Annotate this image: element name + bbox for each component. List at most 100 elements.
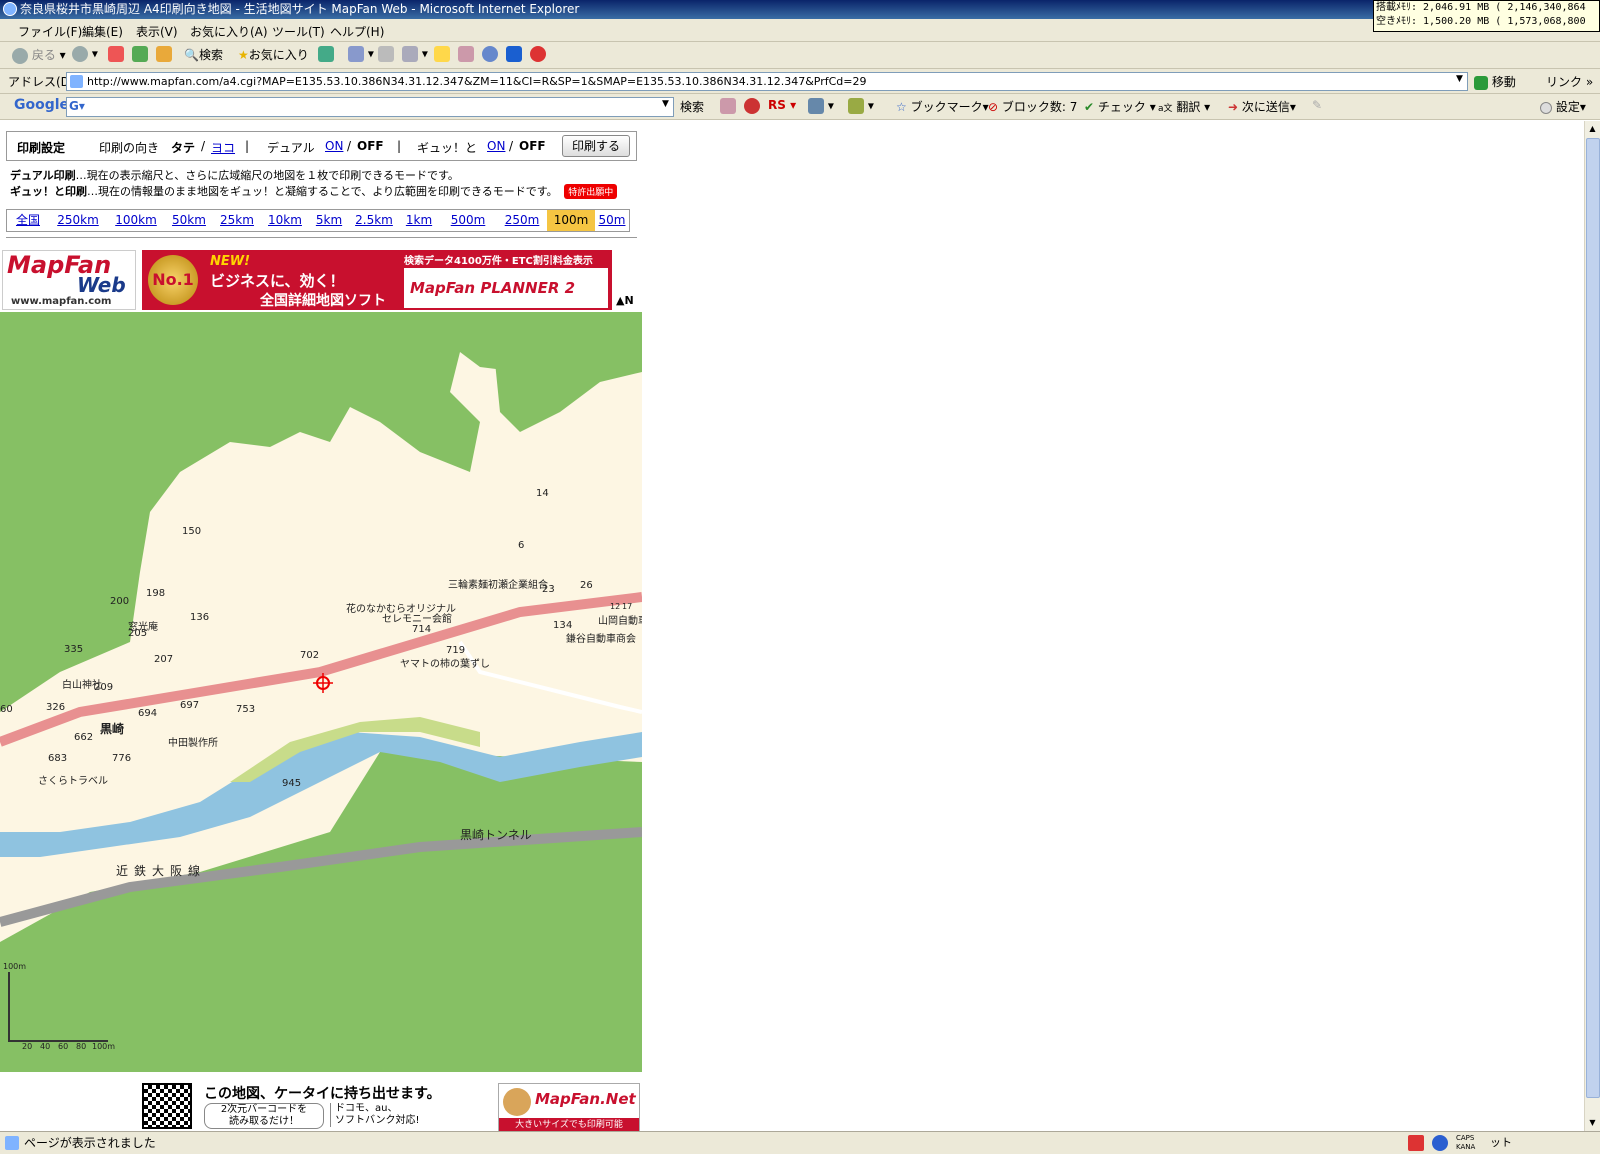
messenger-button[interactable] (458, 46, 474, 62)
map-label: 776 (112, 753, 132, 764)
scroll-down-button[interactable]: ▼ (1585, 1115, 1600, 1131)
new-label: NEW! (210, 254, 251, 269)
google-settings-button[interactable]: 設定▾ (1540, 98, 1586, 115)
qr-text-1: 2次元バーコードを (220, 1104, 308, 1115)
map-label: 945 (282, 778, 302, 789)
news-icon (720, 98, 736, 114)
research-button[interactable] (482, 46, 498, 62)
map-label: ヤマトの柿の葉ずし (400, 659, 490, 670)
menu-help[interactable]: ヘルプ(H) (330, 23, 384, 40)
dual-desc-text: …現在の表示縮尺と、さらに広域縮尺の地図を１枚で印刷できるモードです。 (75, 169, 459, 182)
highlight-button[interactable]: ✎ (1312, 98, 1322, 112)
spellcheck-button[interactable]: ✔ チェック ▾ (1084, 98, 1156, 115)
edit-icon (402, 46, 418, 62)
stop-button[interactable] (108, 46, 124, 62)
qr-code[interactable] (142, 1083, 192, 1129)
orientation-portrait[interactable]: タテ (171, 139, 195, 156)
scroll-up-button[interactable]: ▲ (1585, 121, 1600, 137)
refresh-button[interactable] (132, 46, 148, 62)
dual-on-link[interactable]: ON (325, 139, 343, 153)
scale-bar-graphic (8, 972, 10, 1042)
google-extras-button[interactable]: ▾ (848, 98, 874, 114)
gyu-on-link[interactable]: ON (487, 139, 505, 153)
popup-blocker-button[interactable]: ⊘ ブロック数: 7 (988, 98, 1077, 115)
scale-link[interactable]: 10km (268, 213, 302, 227)
divider: | (245, 139, 250, 153)
address-url: http://www.mapfan.com/a4.cgi?MAP=E135.53… (87, 75, 867, 88)
menu-bar: ファイル(F) 編集(E) 表示(V) お気に入り(A) ツール(T) ヘルプ(… (0, 19, 1600, 42)
scale-link[interactable]: 250km (57, 213, 99, 227)
map-label: 三輪素麺初瀬企業組合 (448, 580, 548, 591)
district-label: 黒崎 (100, 722, 125, 736)
menu-file[interactable]: ファイル(F) (18, 23, 82, 40)
messenger-icon (458, 46, 474, 62)
scale-link[interactable]: 全国 (16, 213, 40, 227)
edit-button[interactable]: ▾ (402, 46, 428, 62)
vertical-scrollbar[interactable]: ▲ ▼ (1584, 121, 1600, 1131)
scale-link[interactable]: 25km (220, 213, 254, 227)
menu-favorites[interactable]: お気に入り(A) (190, 23, 268, 40)
orientation-landscape-link[interactable]: ヨコ (211, 141, 235, 155)
print-toolbar-button[interactable] (378, 46, 394, 62)
scale-link[interactable]: 100km (115, 213, 157, 227)
google-pagerank-button[interactable] (744, 98, 760, 114)
scale-link[interactable]: 2.5km (355, 213, 393, 227)
print-button[interactable]: 印刷する (562, 135, 630, 157)
scale-link[interactable]: 50m (599, 213, 626, 227)
printer-icon (378, 46, 394, 62)
bookmarks-button[interactable]: ☆ ブックマーク▾ (896, 98, 989, 115)
rs-button[interactable]: RS ▾ (768, 98, 796, 112)
google-search-button[interactable]: 検索 (680, 98, 704, 115)
back-button[interactable]: 戻る ▾ (12, 46, 66, 64)
map-label: セレモニー会館 (382, 614, 452, 625)
google-news-button[interactable] (720, 98, 736, 114)
send-to-button[interactable]: ➜ 次に送信▾ (1228, 98, 1296, 115)
qr-text-2: 読み取るだけ！ (229, 1116, 299, 1127)
google-search-input[interactable]: G▾ (66, 97, 674, 117)
go-button[interactable]: 移動 (1474, 73, 1516, 90)
page-icon (70, 75, 83, 88)
scale-tick: 60 (58, 1042, 69, 1051)
planner-ad[interactable]: No.1 NEW! ビジネスに、効く！ 全国詳細地図ソフト 検索データ4100万… (142, 250, 612, 310)
google-options-button[interactable]: ▾ (808, 98, 834, 114)
options-icon (808, 98, 824, 114)
status-bar: ページが表示されました CAPS KANA ット (0, 1131, 1600, 1154)
mapfan-web-logo[interactable]: MapFan Web www.mapfan.com (2, 250, 136, 310)
menu-edit[interactable]: 編集(E) (82, 23, 123, 40)
scale-link[interactable]: 500m (451, 213, 486, 227)
google-dropdown-button[interactable]: ▼ (662, 99, 669, 109)
translate-button[interactable]: a文 翻訳 ▾ (1158, 98, 1210, 115)
star-icon: ★ (238, 48, 249, 62)
google-logo[interactable]: Google (14, 97, 69, 113)
map-label: 23 (542, 584, 555, 595)
bluetooth-button[interactable] (506, 46, 522, 62)
tunnel-label: 黒崎トンネル (460, 828, 532, 842)
local-road (458, 640, 642, 714)
search-button[interactable]: 🔍検索 (184, 46, 223, 63)
scale-link[interactable]: 1km (406, 213, 432, 227)
menu-tools[interactable]: ツール(T) (272, 23, 325, 40)
scroll-thumb[interactable] (1586, 138, 1600, 1098)
mapfan-net-ad[interactable]: MapFan.Net 大きいサイズでも印刷可能 (498, 1083, 640, 1131)
window-title: 奈良県桜井市黒崎周辺 A4印刷向き地図 - 生活地図サイト MapFan Web… (20, 2, 580, 16)
note-button[interactable] (434, 46, 450, 62)
scale-link[interactable]: 50km (172, 213, 206, 227)
links-button[interactable]: リンク » (1546, 73, 1593, 90)
addon-button[interactable] (530, 46, 546, 62)
scale-link[interactable]: 5km (316, 213, 342, 227)
address-dropdown-button[interactable]: ▼ (1456, 74, 1463, 84)
block-icon: ⊘ (988, 100, 999, 114)
forward-button[interactable]: ▾ (72, 46, 98, 62)
history-button[interactable] (318, 46, 334, 62)
map-label: 26 (580, 580, 593, 591)
carrier-info: ドコモ、au、 ソフトバンク対応! (330, 1103, 420, 1127)
mail-button[interactable]: ▾ (348, 46, 374, 62)
address-input[interactable]: http://www.mapfan.com/a4.cgi?MAP=E135.53… (66, 72, 1468, 91)
scale-link[interactable]: 250m (505, 213, 540, 227)
home-button[interactable] (156, 46, 172, 62)
forest-south (0, 752, 642, 1072)
map-view[interactable]: 14 6 三輪素麺初瀬企業組合 23 26 150 200 198 136 花の… (0, 312, 642, 1072)
favorites-button[interactable]: ★お気に入り (238, 46, 309, 63)
menu-view[interactable]: 表示(V) (136, 23, 178, 40)
stop-icon (108, 46, 124, 62)
